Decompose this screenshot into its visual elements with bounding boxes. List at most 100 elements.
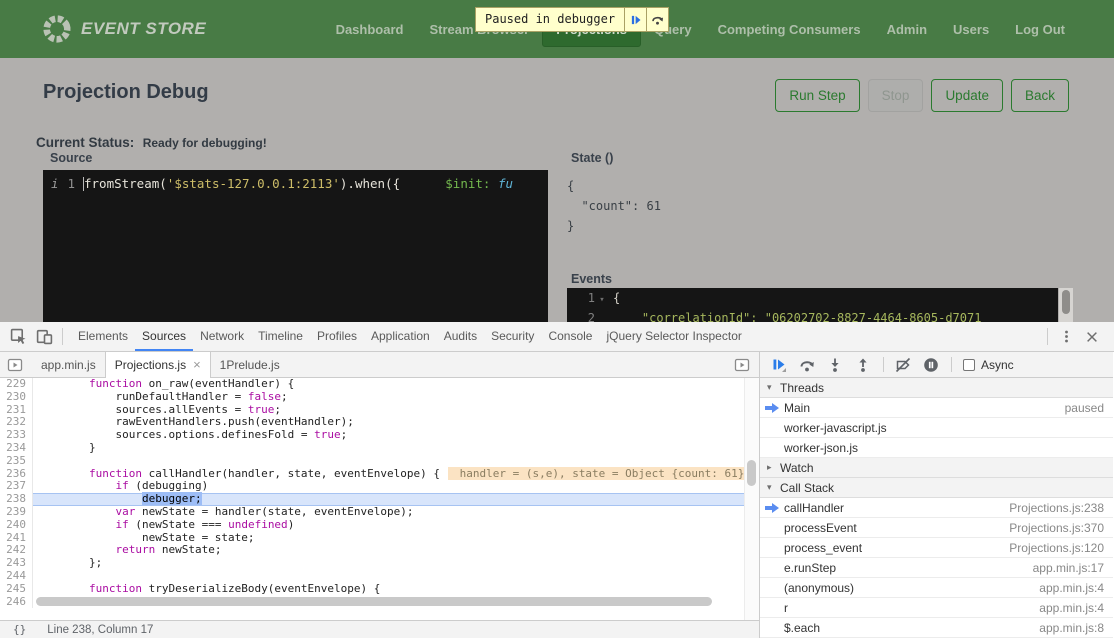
- devtools-tab-jquery-selector-inspector[interactable]: jQuery Selector Inspector: [599, 322, 748, 351]
- call-stack-frame-each[interactable]: $.eachapp.min.js:8: [760, 618, 1113, 638]
- update-button[interactable]: Update: [931, 79, 1003, 112]
- code-line-243[interactable]: 243 };: [0, 557, 759, 570]
- events-editor[interactable]: 1▾{2 "correlationId": "06202702-8827-446…: [567, 288, 1058, 322]
- banner-step-over-button[interactable]: [647, 7, 669, 32]
- frame-location: app.min.js:8: [1039, 621, 1104, 635]
- code-line-233[interactable]: 233 sources.options.definesFold = true;: [0, 429, 759, 442]
- vertical-scrollbar[interactable]: [744, 378, 759, 620]
- fold-arrow-icon[interactable]: ▾: [595, 290, 609, 308]
- line-number-gutter[interactable]: 239: [0, 506, 33, 519]
- banner-resume-button[interactable]: [625, 7, 647, 32]
- code-line-245[interactable]: 245 function tryDeserializeBody(eventEnv…: [0, 583, 759, 596]
- devtools-tab-console[interactable]: Console: [541, 322, 599, 351]
- devtools-tabbar-right: [1045, 327, 1108, 347]
- devtools-tab-audits[interactable]: Audits: [437, 322, 484, 351]
- call-stack-frame-callhandler[interactable]: callHandlerProjections.js:238: [760, 498, 1113, 518]
- step-into-icon[interactable]: [827, 357, 843, 373]
- devtools-tab-network[interactable]: Network: [193, 322, 251, 351]
- nav-item-log-out[interactable]: Log Out: [1002, 13, 1078, 46]
- back-button[interactable]: Back: [1011, 79, 1069, 112]
- call-stack-frame-processevent[interactable]: processEventProjections.js:370: [760, 518, 1113, 538]
- section-header-call-stack[interactable]: ▾Call Stack: [760, 478, 1113, 498]
- horizontal-scrollbar-thumb[interactable]: [36, 597, 712, 606]
- paused-in-debugger-banner: Paused in debugger: [475, 7, 669, 32]
- page-actions: Run Step StopUpdateBack: [775, 79, 1069, 112]
- resume-icon[interactable]: [771, 357, 787, 373]
- thread-row-worker-json-js[interactable]: worker-json.js: [760, 438, 1113, 458]
- kebab-menu-icon[interactable]: [1056, 327, 1076, 347]
- source-gutter[interactable]: i 1: [43, 176, 83, 191]
- line-number-gutter[interactable]: 244: [0, 570, 33, 583]
- events-scrollbar-thumb[interactable]: [1062, 290, 1070, 314]
- source-editor[interactable]: i 1 fromStream('$stats-127.0.0.1:2113').…: [43, 170, 548, 322]
- line-number-gutter[interactable]: 245: [0, 583, 33, 596]
- step-out-icon[interactable]: [855, 357, 871, 373]
- close-devtools-icon[interactable]: [1082, 327, 1102, 347]
- toggle-device-toolbar-icon[interactable]: [34, 327, 54, 347]
- sources-pane: app.min.jsProjections.js×1Prelude.js 229…: [0, 352, 760, 638]
- devtools-tabs: ElementsSourcesNetworkTimelineProfilesAp…: [71, 322, 749, 351]
- devtools-tab-profiles[interactable]: Profiles: [310, 322, 364, 351]
- execution-pointer-icon: [765, 502, 779, 514]
- call-stack-frame-r[interactable]: r app.min.js:4: [760, 598, 1113, 618]
- devtools-tabbar: ElementsSourcesNetworkTimelineProfilesAp…: [0, 322, 1114, 352]
- close-tab-icon[interactable]: ×: [193, 360, 201, 370]
- run-step-button[interactable]: Run Step: [775, 79, 859, 112]
- section-header-watch[interactable]: ▸Watch: [760, 458, 1113, 478]
- thread-label: Main: [784, 401, 810, 415]
- pause-on-exceptions-icon[interactable]: [923, 357, 939, 373]
- nav-item-dashboard[interactable]: Dashboard: [323, 13, 417, 46]
- event-store-page: EVENT STORE DashboardStream BrowserProje…: [0, 0, 1114, 322]
- thread-row-main[interactable]: Main paused: [760, 398, 1113, 418]
- step-over-icon[interactable]: [799, 357, 815, 373]
- thread-status: paused: [1065, 401, 1104, 415]
- line-number-gutter[interactable]: 234: [0, 442, 33, 455]
- status-line: Current Status: Ready for debugging!: [36, 134, 267, 152]
- nav-item-admin[interactable]: Admin: [874, 13, 940, 46]
- nav-item-competing-consumers[interactable]: Competing Consumers: [705, 13, 874, 46]
- section-header-threads[interactable]: ▾Threads: [760, 378, 1113, 398]
- events-scrollbar[interactable]: [1059, 288, 1073, 322]
- devtools-tab-application[interactable]: Application: [364, 322, 437, 351]
- devtools-tab-security[interactable]: Security: [484, 322, 541, 351]
- line-number-gutter[interactable]: 240: [0, 519, 33, 532]
- code-line-234[interactable]: 234 }: [0, 442, 759, 455]
- file-tab-app-min-js[interactable]: app.min.js: [32, 352, 105, 378]
- events-line-number[interactable]: 1: [567, 290, 595, 308]
- code-editor[interactable]: 229 function on_raw(eventHandler) {230 r…: [0, 378, 759, 620]
- step-over-icon: [651, 13, 664, 26]
- nav-item-users[interactable]: Users: [940, 13, 1002, 46]
- events-line: 2 "correlationId": "06202702-8827-4464-8…: [567, 308, 1058, 322]
- frame-function: r: [784, 601, 788, 615]
- pretty-print-icon[interactable]: {}: [13, 623, 26, 636]
- call-stack-frame-e-runstep[interactable]: e.runStepapp.min.js:17: [760, 558, 1113, 578]
- show-navigator-icon[interactable]: [7, 357, 23, 373]
- call-stack-frame-process-event[interactable]: process_eventProjections.js:120: [760, 538, 1113, 558]
- devtools-tab-elements[interactable]: Elements: [71, 322, 135, 351]
- async-checkbox[interactable]: [963, 359, 975, 371]
- vertical-scrollbar-thumb[interactable]: [747, 460, 756, 486]
- frame-location: Projections.js:238: [1009, 501, 1104, 515]
- code-line-242[interactable]: 242 return newState;: [0, 544, 759, 557]
- devtools-tab-timeline[interactable]: Timeline: [251, 322, 310, 351]
- line-number-gutter[interactable]: 230: [0, 391, 33, 404]
- file-tab-projections-js[interactable]: Projections.js×: [105, 352, 211, 378]
- events-line: 1▾{: [567, 288, 1058, 308]
- file-tabbar: app.min.jsProjections.js×1Prelude.js: [0, 352, 759, 378]
- frame-location: Projections.js:370: [1009, 521, 1104, 535]
- file-tab-1prelude-js[interactable]: 1Prelude.js: [211, 352, 289, 378]
- line-number-gutter[interactable]: 246: [0, 596, 33, 609]
- stop-button[interactable]: Stop: [868, 79, 924, 112]
- devtools-tab-sources[interactable]: Sources: [135, 322, 193, 351]
- editor-pane-icon[interactable]: [734, 357, 750, 373]
- frame-location: Projections.js:120: [1009, 541, 1104, 555]
- thread-row-worker-javascript-js[interactable]: worker-javascript.js: [760, 418, 1113, 438]
- deactivate-breakpoints-icon[interactable]: [895, 357, 911, 373]
- line-number-gutter[interactable]: 229: [0, 378, 33, 391]
- inspect-element-icon[interactable]: [8, 327, 28, 347]
- frame-location: app.min.js:4: [1039, 601, 1104, 615]
- events-line-number[interactable]: 2: [567, 310, 595, 322]
- event-store-logo[interactable]: EVENT STORE: [42, 14, 206, 44]
- call-stack-frame-anonymous[interactable]: (anonymous)app.min.js:4: [760, 578, 1113, 598]
- line-number-gutter[interactable]: 235: [0, 455, 33, 468]
